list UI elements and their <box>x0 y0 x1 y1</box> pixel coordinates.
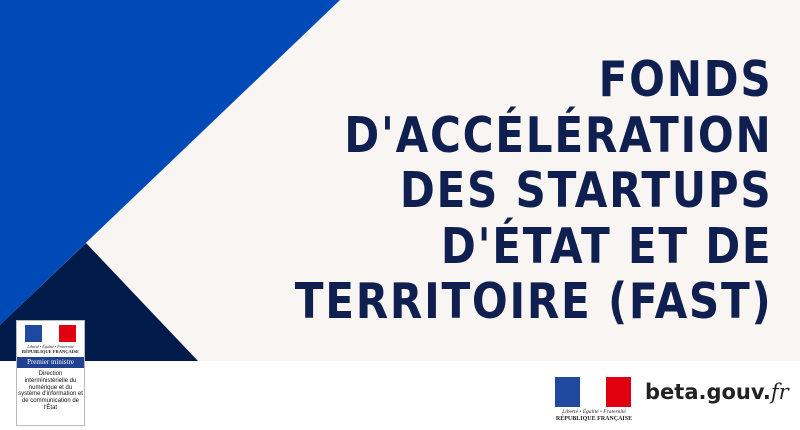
republique-label: RÉPUBLIQUE FRANÇAISE <box>21 349 80 354</box>
title-line: TERRITOIRE (FAST) <box>294 273 772 330</box>
republique-francaise-logo: Liberté • Égalité • Fraternité RÉPUBLIQU… <box>555 375 633 423</box>
title-line: D'ÉTAT ET DE <box>440 217 772 275</box>
premier-ministre-logo: Liberté • Égalité • Fraternité RÉPUBLIQU… <box>16 320 85 426</box>
beta-tld: fr <box>770 380 789 404</box>
beta-name: beta.gouv. <box>645 380 771 404</box>
marianne-flag-icon <box>25 325 76 342</box>
title-line: DES STARTUPS <box>399 162 772 219</box>
page-title: FONDS D'ACCÉLÉRATION DES STARTUPS D'ÉTAT… <box>217 52 772 330</box>
marianne-flag-icon <box>555 377 631 407</box>
title-line: FONDS <box>598 51 772 108</box>
direction-label: Direction interministérielle du numériqu… <box>18 371 83 411</box>
motto: Liberté • Égalité • Fraternité <box>562 409 626 415</box>
republique-label: RÉPUBLIQUE FRANÇAISE <box>555 416 633 422</box>
premier-ministre-band: Premier ministre <box>17 357 84 368</box>
beta-gouv-logo: beta.gouv.fr <box>645 380 789 404</box>
title-line: D'ACCÉLÉRATION <box>343 106 772 164</box>
